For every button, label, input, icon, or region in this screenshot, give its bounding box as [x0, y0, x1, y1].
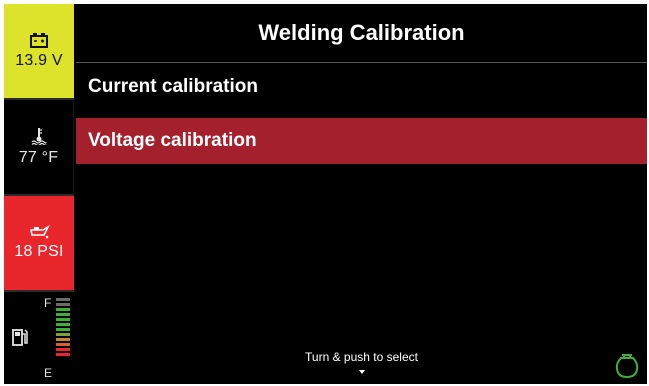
oil-pressure-icon — [30, 225, 50, 239]
temperature-value: 77 °F — [18, 149, 59, 166]
status-sidebar: 13.9 V 77 °F 18 PSI F E — [4, 4, 74, 384]
menu-item-label: Current calibration — [88, 76, 258, 97]
fuel-tile: F E — [4, 292, 74, 384]
fuel-full-label: F — [44, 296, 52, 310]
voltage-tile: 13.9 V — [4, 4, 74, 98]
fuel-gauge-segment — [56, 348, 70, 351]
menu-item-voltage-calibration[interactable]: Voltage calibration — [76, 118, 647, 164]
fuel-gauge-segment — [56, 353, 70, 356]
fuel-gauge-segment — [56, 308, 70, 311]
coolant-temperature-icon — [31, 128, 47, 145]
voltage-value: 13.9 V — [15, 52, 63, 69]
fuel-level-gauge — [56, 298, 70, 358]
scroll-down-arrow-icon — [359, 370, 365, 374]
fuel-pump-icon — [12, 329, 28, 346]
navigation-hint: Turn & push to select — [305, 350, 418, 364]
display-frame: 13.9 V 77 °F 18 PSI F E Welding Calibrat… — [4, 4, 647, 384]
fuel-gauge-segment — [56, 313, 70, 316]
page-title: Welding Calibration — [76, 4, 647, 63]
engine-off-icon — [615, 354, 639, 379]
fuel-gauge-segment — [56, 333, 70, 336]
main-panel: Welding Calibration Current calibration … — [76, 4, 647, 384]
fuel-empty-label: E — [44, 366, 53, 380]
fuel-gauge-segment — [56, 318, 70, 321]
menu-item-current-calibration[interactable]: Current calibration — [76, 64, 647, 110]
fuel-gauge-segment — [56, 303, 70, 306]
fuel-gauge-segment — [56, 328, 70, 331]
temperature-tile: 77 °F — [4, 100, 74, 194]
battery-icon — [30, 33, 48, 48]
fuel-gauge-segment — [56, 323, 70, 326]
fuel-gauge-segment — [56, 338, 70, 341]
oil-pressure-value: 18 PSI — [14, 243, 64, 260]
fuel-gauge-segment — [56, 343, 70, 346]
oil-pressure-tile: 18 PSI — [4, 196, 74, 290]
fuel-gauge-segment — [56, 298, 70, 301]
menu-item-label: Voltage calibration — [88, 130, 257, 151]
